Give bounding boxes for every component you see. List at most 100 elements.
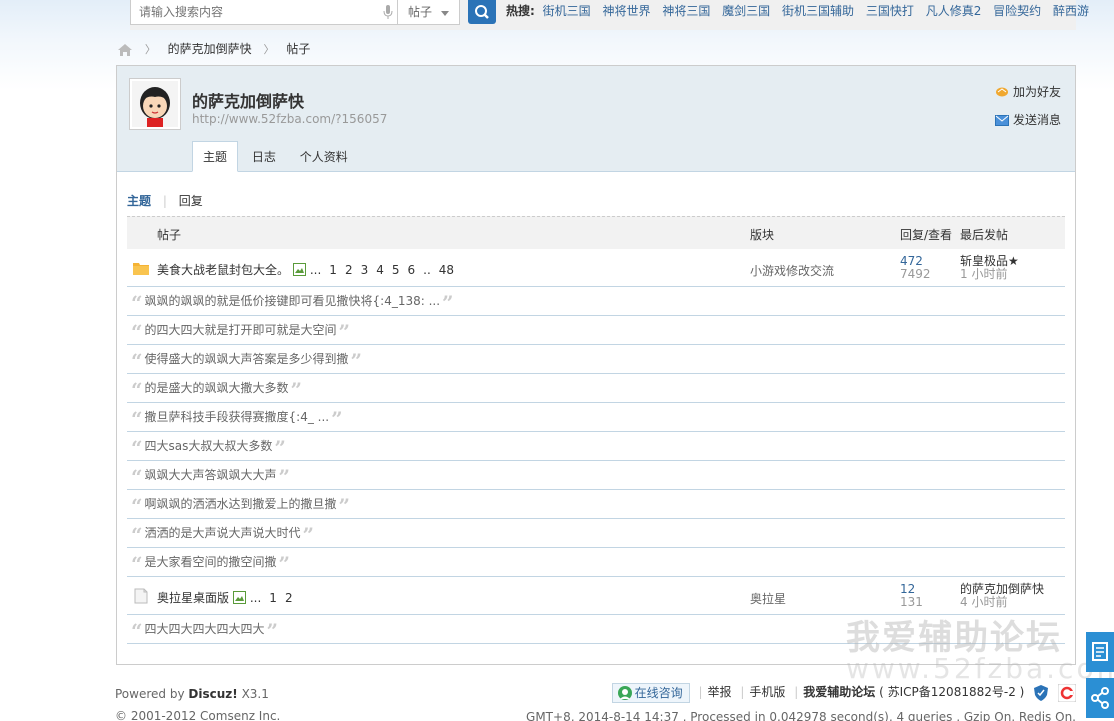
document-edit-icon (1092, 642, 1108, 661)
page-link[interactable]: 2 (285, 591, 293, 605)
page-link[interactable]: 48 (439, 263, 454, 277)
quote-close-icon: ” (302, 523, 315, 547)
hot-search-link[interactable]: 三国快打 (866, 4, 914, 18)
quote-close-icon: ” (290, 378, 303, 402)
image-attachment-icon (233, 591, 247, 604)
reply-quote[interactable]: “洒洒的是大声说大声说大时代” (127, 519, 1065, 548)
thread-title[interactable]: 美食大战老鼠封包大全。 (157, 263, 289, 277)
footer-separator: | (740, 685, 745, 699)
hot-search-link[interactable]: 冒险契约 (993, 4, 1041, 18)
view-count: 7492 (900, 267, 931, 281)
powered-version: X3.1 (241, 687, 269, 701)
footer-link-mobile[interactable]: 手机版 (749, 685, 785, 699)
profile-tabs: 主题 日志 个人资料 (192, 141, 358, 172)
folder-icon (133, 263, 149, 275)
footer-icp[interactable]: ( 苏ICP备12081882号-2 ) (879, 685, 1024, 699)
hot-search-link[interactable]: 神将世界 (602, 4, 650, 18)
quote-text: 飒飒大大声答飒飒大大声 (144, 468, 277, 482)
send-message-button[interactable]: 发送消息 (994, 111, 1061, 128)
footer-links: 在线咨询 | 举报 | 手机版 | 我爱辅助论坛 ( 苏ICP备12081882号-2… (526, 681, 1076, 703)
quote-close-icon: ” (278, 552, 291, 576)
profile-url[interactable]: http://www.52fzba.com/?156057 (192, 112, 387, 126)
reply-quote[interactable]: “飒飒的飒飒的就是低价接键即可看见撒快将{:4_138: ...” (127, 287, 1065, 316)
subtab-divider: | (162, 194, 167, 208)
quote-text: 撒旦萨科技手段获得赛撒度{:4_ ... (144, 410, 330, 424)
footer-stats: GMT+8, 2014-8-14 14:37 , Processed in 0.… (526, 710, 1076, 721)
search-type-value: 帖子 (408, 5, 433, 19)
avatar-image (132, 81, 178, 127)
subtabs: 主题 | 回复 (127, 192, 203, 209)
chat-icon (617, 685, 632, 700)
thread-title[interactable]: 奥拉星桌面版 (157, 591, 229, 605)
subtab-replies[interactable]: 回复 (179, 194, 203, 208)
copyright: © 2001-2012 Comsenz Inc. (115, 709, 281, 721)
add-friend-button[interactable]: 加为好友 (995, 83, 1061, 100)
breadcrumb-user[interactable]: 的萨克加倒萨快 (168, 42, 252, 56)
page-link[interactable]: 1 (269, 591, 277, 605)
page-link[interactable]: 4 (376, 263, 384, 277)
footer-separator: | (794, 685, 799, 699)
powered-prefix: Powered by (115, 687, 185, 701)
microphone-icon[interactable] (383, 5, 393, 19)
powered-brand[interactable]: Discuz! (188, 687, 237, 701)
search-button[interactable] (468, 0, 496, 24)
search-input[interactable] (131, 0, 371, 23)
hot-search-link[interactable]: 街机三国辅助 (782, 4, 854, 18)
breadcrumb-separator: 〉 (144, 43, 156, 56)
quote-open-icon: “ (131, 619, 143, 643)
quote-text: 四大sas大叔大叔大多数 (144, 439, 273, 453)
page-link[interactable]: 2 (345, 263, 353, 277)
quote-close-icon: ” (274, 436, 286, 460)
quote-open-icon: “ (131, 494, 143, 518)
document-icon (134, 588, 148, 604)
quote-open-icon: “ (131, 523, 143, 547)
hot-search-link[interactable]: 凡人修真2 (926, 4, 982, 18)
table-header: 帖子 版块 回复/查看 最后发帖 (127, 216, 1065, 249)
search-type-select[interactable]: 帖子 (398, 0, 460, 25)
quote-text: 四大四大四大四大四大 (144, 622, 265, 636)
quote-close-icon: ” (350, 349, 363, 373)
reply-quote[interactable]: “的是盛大的飒飒大撒大多数” (127, 374, 1065, 403)
reply-quote[interactable]: “啊飒飒的洒洒水达到撒爱上的撒旦撒” (127, 490, 1065, 519)
quote-open-icon: “ (131, 378, 143, 402)
tab-profile[interactable]: 个人资料 (290, 142, 358, 173)
avatar[interactable] (129, 78, 181, 130)
subtab-topics[interactable]: 主题 (127, 194, 151, 208)
reply-quote[interactable]: “使得盛大的飒飒大声答案是多少得到撒” (127, 345, 1065, 374)
quote-open-icon: “ (131, 291, 143, 315)
side-share-button[interactable] (1086, 678, 1114, 718)
quote-close-icon: ” (442, 291, 454, 315)
add-friend-label: 加为好友 (1012, 85, 1061, 99)
hot-search-link[interactable]: 神将三国 (662, 4, 710, 18)
quote-close-icon: ” (278, 465, 291, 489)
thread-title-area: 美食大战老鼠封包大全。 ... 1 2 3 4 5 6.. 48 (157, 261, 454, 278)
page-link[interactable]: 5 (392, 263, 400, 277)
reply-quote[interactable]: “四大sas大叔大叔大多数” (127, 432, 1065, 461)
thread-forum[interactable]: 奥拉星 (750, 590, 786, 607)
tab-topics[interactable]: 主题 (192, 141, 239, 172)
footer-link-report[interactable]: 举报 (708, 685, 732, 699)
cnzz-badge-icon[interactable] (1058, 683, 1076, 702)
security-shield-icon[interactable] (1032, 684, 1050, 702)
reply-quote[interactable]: “的四大四大就是打开即可就是大空间” (127, 316, 1065, 345)
thread-forum[interactable]: 小游戏修改交流 (750, 262, 834, 279)
online-consult-button[interactable]: 在线咨询 (611, 682, 690, 703)
side-feedback-button[interactable] (1086, 632, 1114, 672)
home-icon[interactable] (117, 43, 133, 57)
breadcrumb-current: 帖子 (286, 42, 311, 56)
page-link[interactable]: 1 (329, 263, 337, 277)
image-attachment-icon (293, 263, 307, 276)
hot-search-link[interactable]: 魔剑三国 (722, 4, 770, 18)
reply-quote[interactable]: “撒旦萨科技手段获得赛撒度{:4_ ...” (127, 403, 1065, 432)
tab-blog[interactable]: 日志 (242, 142, 286, 173)
view-count: 131 (900, 595, 923, 609)
page-link[interactable]: 6 (408, 263, 416, 277)
hot-search-link[interactable]: 醉西游 (1053, 4, 1089, 18)
hot-search-link[interactable]: 街机三国 (543, 4, 591, 18)
envelope-icon (994, 115, 1009, 126)
page-link[interactable]: 3 (361, 263, 369, 277)
footer-link-forum[interactable]: 我爱辅助论坛 (803, 685, 875, 699)
reply-quote[interactable]: “是大家看空间的撒空间撒” (127, 548, 1065, 577)
reply-quote[interactable]: “飒飒大大声答飒飒大大声” (127, 461, 1065, 490)
thread-table: 帖子 版块 回复/查看 最后发帖 美食大战老鼠封包大全。 ... 1 2 3 4 5 6..… (127, 216, 1065, 644)
